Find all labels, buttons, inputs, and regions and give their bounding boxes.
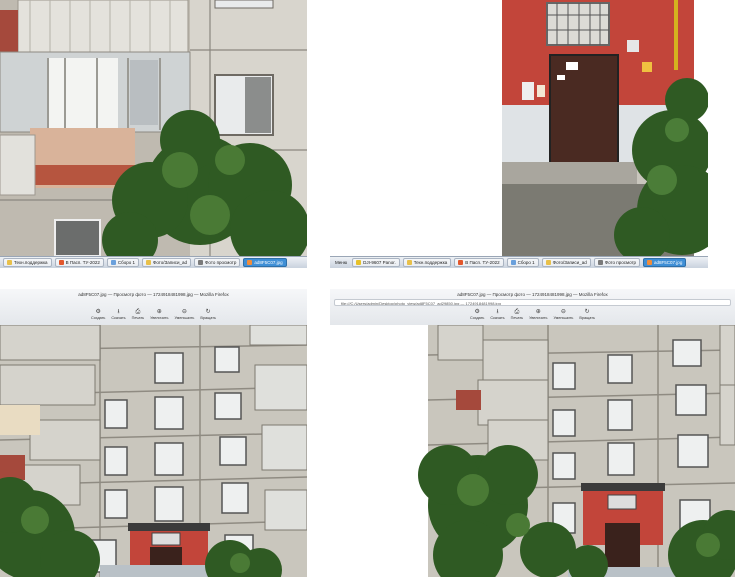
print-icon: ⎙ [514,309,520,315]
zoom-in-icon: ⊕ [156,309,162,315]
taskbar-item[interactable]: Фото/Записи_ad [541,258,591,267]
taskbar-item-label: Фото/Записи_ad [152,260,187,265]
entrance-photo [330,0,708,256]
taskbar-item[interactable]: Фото просмотр [194,258,241,267]
folder-icon [545,260,551,265]
toolbar-button-label: Вращать [579,316,595,320]
taskbar: Меню DJI-9607 Panor. Техн.поддержка В Пасп.… [330,256,708,268]
taskbar-item[interactable]: Фото просмотр [593,258,641,267]
document-icon [510,260,516,265]
toolbar-button-label: Уменьшить [553,316,574,320]
taskbar-item[interactable]: Сборо 1 [106,258,139,267]
taskbar-item-label: Сборо 1 [117,260,135,265]
browser-icon [458,260,464,265]
taskbar-item-label: ad8F5C07.jpg [654,260,683,265]
address-bar[interactable]: file:///C:/Users/admin/Desktop/photo_vie… [334,299,731,306]
start-menu-button[interactable]: Меню [333,260,349,265]
taskbar-item[interactable]: ad8F5C07.jpg [643,258,687,267]
toolbar-button[interactable]: ⊖ Уменьшить [553,309,573,320]
screenshot-panel-balcony: Техн.поддержка В Пасп. ТУ-2022 Сборо 1 Фото… [0,0,307,268]
taskbar-item-label: В Пасп. ТУ-2022 [65,260,100,265]
star-icon [356,260,362,265]
taskbar-item[interactable]: Техн.поддержка [402,258,452,267]
toolbar-button[interactable]: ⊕ Увеличить [150,309,168,320]
toolbar-button-label: Скачать [490,316,505,320]
toolbar-button-label: Скачать [111,316,126,320]
taskbar-item[interactable]: Техн.поддержка [3,258,52,267]
taskbar-item[interactable]: Сборо 1 [506,258,539,267]
browser-icon [58,260,64,265]
toolbar-button[interactable]: ⊕ Увеличить [529,309,547,320]
toolbar-button-label: Увеличить [529,316,548,320]
toolbar-button[interactable]: ⚙ Создать [470,309,484,320]
toolbar-button[interactable]: ↻ Вращать [200,309,216,320]
taskbar-item-label: Фото просмотр [604,260,637,265]
viewer-toolbar: ⚙ Создать ⭳ Скачать ⎙ Печать ⊕ Увеличить ⊖ Уменьш… [0,309,307,320]
window-title: ad8F5C07.jpg — Просмотр фото — 172491848… [457,292,608,297]
taskbar-item[interactable]: Фото/Записи_ad [141,258,191,267]
viewer-toolbar: ⚙ Создать ⭳ Скачать ⎙ Печать ⊕ Увеличить ⊖ Уменьш… [330,309,735,320]
toolbar-button[interactable]: ⭳ Скачать [111,309,125,320]
taskbar-item-label: Техн.поддержка [14,260,48,265]
taskbar-item-label: DJI-9607 Panor. [363,260,396,265]
toolbar-button[interactable]: ↻ Вращать [579,309,595,320]
toolbar-button-label: Уменьшить [174,316,195,320]
taskbar: Техн.поддержка В Пасп. ТУ-2022 Сборо 1 Фото… [0,256,307,268]
toolbar-button-label: Печать [510,316,524,320]
taskbar-item-label: Фото просмотр [205,260,237,265]
taskbar-item-label: ad8F5C07.jpg [254,260,283,265]
print-icon: ⎙ [135,309,141,315]
taskbar-item[interactable]: ad8F5C07.jpg [243,258,287,267]
image-icon [247,260,253,265]
viewer-window-bar: ad8F5C07.jpg — Просмотр фото — 172491848… [330,289,735,326]
toolbar-button[interactable]: ⎙ Печать [511,309,523,320]
viewer-icon [597,260,603,265]
screenshot-panel-facade-left: ad8F5C07.jpg — Просмотр фото — 172491848… [0,289,307,577]
document-icon [110,260,116,265]
viewer-icon [198,260,203,265]
toolbar-button[interactable]: ⊖ Уменьшить [174,309,194,320]
facade-photo [0,325,307,577]
taskbar-item-label: Сборо 1 [517,260,535,265]
building-photo [0,0,307,256]
toolbar-button[interactable]: ⚙ Создать [91,309,105,320]
rotate-icon: ↻ [584,309,590,315]
folder-icon [145,260,151,265]
rotate-icon: ↻ [205,309,211,315]
toolbar-button-label: Вращать [200,316,216,320]
viewer-window-bar: ad8F5C07.jpg — Просмотр фото — 172491848… [0,289,307,326]
folder-icon [406,260,412,265]
taskbar-item-label: Фото/Записи_ad [552,260,587,265]
zoom-out-icon: ⊖ [560,309,566,315]
taskbar-item-label: Техн.поддержка [413,260,448,265]
download-icon: ⭳ [117,309,120,315]
taskbar-item[interactable]: DJI-9607 Panor. [352,258,400,267]
toolbar-button-label: Печать [131,316,145,320]
taskbar-item[interactable]: В Пасп. ТУ-2022 [54,258,104,267]
taskbar-item-label: В Пасп. ТУ-2022 [465,260,500,265]
taskbar-item[interactable]: В Пасп. ТУ-2022 [454,258,504,267]
folder-icon [7,260,12,265]
facade-tree-photo [330,325,735,577]
zoom-in-icon: ⊕ [535,309,541,315]
gear-icon: ⚙ [95,309,101,315]
toolbar-button[interactable]: ⭳ Скачать [490,309,504,320]
toolbar-button-label: Создать [469,316,485,320]
toolbar-button-label: Увеличить [150,316,169,320]
toolbar-button[interactable]: ⎙ Печать [132,309,144,320]
zoom-out-icon: ⊖ [181,309,187,315]
download-icon: ⭳ [496,309,499,315]
gear-icon: ⚙ [474,309,480,315]
window-title: ad8F5C07.jpg — Просмотр фото — 172491848… [78,292,229,297]
image-icon [647,260,653,265]
toolbar-button-label: Создать [90,316,106,320]
screenshot-panel-facade-right: ad8F5C07.jpg — Просмотр фото — 172491848… [330,289,735,577]
screenshot-panel-entrance: Меню DJI-9607 Panor. Техн.поддержка В Пасп.… [330,0,708,268]
